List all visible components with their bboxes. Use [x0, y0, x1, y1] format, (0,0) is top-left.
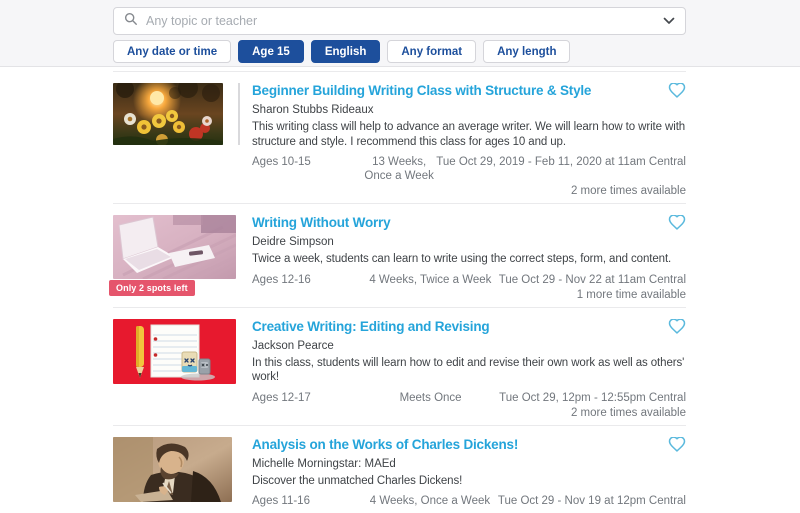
class-image[interactable] — [113, 437, 236, 509]
flowers-sunset-image[interactable] — [113, 83, 223, 145]
class-image[interactable] — [113, 83, 236, 198]
class-card[interactable]: Beginner Building Writing Class with Str… — [113, 71, 686, 203]
class-time: Tue Oct 29 - Nov 19 at 12pm Central — [498, 494, 686, 508]
class-frequency: 4 Weeks, Twice a Week — [362, 273, 499, 287]
search-input[interactable] — [146, 14, 663, 28]
more-times-link[interactable]: 1 more time available — [252, 289, 686, 302]
heart-icon — [668, 323, 686, 338]
ages-range: Ages 11-16 — [252, 494, 362, 508]
more-times-link[interactable]: 2 more times available — [252, 185, 686, 198]
class-time: Tue Oct 29 - Nov 22 at 11am Central — [499, 273, 686, 287]
favorite-button[interactable] — [668, 215, 686, 231]
heart-icon — [668, 441, 686, 456]
class-description: This writing class will help to advance … — [252, 120, 686, 149]
filter-row: Any date or time Age 15 English Any form… — [113, 40, 570, 63]
filter-format[interactable]: Any format — [387, 40, 476, 63]
class-frequency: Meets Once — [362, 391, 499, 405]
filter-age[interactable]: Age 15 — [238, 40, 304, 63]
teacher-name: Michelle Morningstar: MAEd — [252, 458, 686, 471]
class-card[interactable]: Only 2 spots left Writing Without Worry … — [113, 203, 686, 307]
filter-length[interactable]: Any length — [483, 40, 570, 63]
class-time: Tue Oct 29, 12pm - 12:55pm Central — [499, 391, 686, 405]
class-title[interactable]: Writing Without Worry — [252, 215, 390, 231]
more-times-link[interactable]: 2 more times available — [252, 407, 686, 420]
class-frequency: 13 Weeks, Once a Week — [362, 155, 436, 183]
favorite-button[interactable] — [668, 319, 686, 335]
favorite-button[interactable] — [668, 437, 686, 453]
class-title[interactable]: Analysis on the Works of Charles Dickens… — [252, 437, 518, 453]
class-frequency: 4 Weeks, Once a Week — [362, 494, 498, 508]
class-description: In this class, students will learn how t… — [252, 356, 686, 385]
class-title[interactable]: Creative Writing: Editing and Revising — [252, 319, 489, 335]
pencil-paper-cartoon-image[interactable] — [113, 319, 236, 384]
class-results-list: Beginner Building Writing Class with Str… — [113, 71, 686, 513]
class-time: Tue Oct 29, 2019 - Feb 11, 2020 at 11am … — [436, 155, 686, 169]
class-image[interactable]: Only 2 spots left — [113, 215, 236, 302]
chevron-down-icon[interactable] — [663, 12, 675, 30]
class-description: Discover the unmatched Charles Dickens! — [252, 474, 686, 489]
heart-icon — [668, 219, 686, 234]
class-title[interactable]: Beginner Building Writing Class with Str… — [252, 83, 591, 99]
search-icon — [124, 12, 138, 31]
class-card[interactable]: Analysis on the Works of Charles Dickens… — [113, 425, 686, 513]
favorite-button[interactable] — [668, 83, 686, 99]
image-divider — [238, 83, 240, 145]
teacher-name: Deidre Simpson — [252, 236, 686, 249]
teacher-name: Sharon Stubbs Rideaux — [252, 104, 686, 117]
search-filter-bar: Any date or time Age 15 English Any form… — [0, 0, 800, 67]
class-description: Twice a week, students can learn to writ… — [252, 252, 686, 267]
spots-left-badge: Only 2 spots left — [109, 280, 195, 296]
laptop-desk-image[interactable] — [113, 215, 236, 279]
filter-language[interactable]: English — [311, 40, 381, 63]
filter-date-time[interactable]: Any date or time — [113, 40, 231, 63]
ages-range: Ages 12-16 — [252, 273, 362, 287]
teacher-name: Jackson Pearce — [252, 340, 686, 353]
ages-range: Ages 12-17 — [252, 391, 362, 405]
class-image[interactable] — [113, 319, 236, 420]
charles-dickens-portrait-image[interactable] — [113, 437, 232, 502]
ages-range: Ages 10-15 — [252, 155, 362, 169]
heart-icon — [668, 87, 686, 102]
class-card[interactable]: Creative Writing: Editing and Revising J… — [113, 307, 686, 425]
search-box[interactable] — [113, 7, 686, 35]
